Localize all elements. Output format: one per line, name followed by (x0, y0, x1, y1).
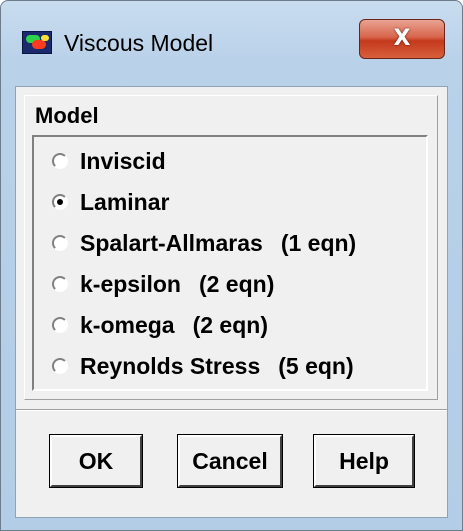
button-divider (16, 409, 447, 411)
equation-count: (5 eqn) (278, 353, 354, 379)
radio-option-k-omega[interactable]: k-omega (2 eqn) (52, 307, 268, 343)
radio-button[interactable] (52, 235, 68, 251)
radio-button[interactable] (52, 358, 68, 374)
radio-option-spalart-allmaras[interactable]: Spalart-Allmaras (1 eqn) (52, 225, 356, 261)
title-bar[interactable]: Viscous Model X (1, 1, 462, 87)
radio-option-inviscid[interactable]: Inviscid (52, 143, 166, 179)
window-title: Viscous Model (64, 30, 214, 56)
radio-label: k-epsilon (80, 271, 181, 297)
close-icon: X (393, 26, 411, 51)
radio-button[interactable] (52, 276, 68, 292)
radio-label: k-omega (80, 312, 175, 338)
dialog-body: Model Inviscid Laminar Spalart-Allmaras … (15, 86, 448, 518)
model-group-title: Model (35, 103, 99, 128)
equation-count: (1 eqn) (280, 230, 357, 256)
radio-button-checked[interactable] (52, 194, 68, 210)
radio-option-laminar[interactable]: Laminar (52, 184, 169, 220)
model-options-panel: Inviscid Laminar Spalart-Allmaras (1 eqn… (32, 135, 428, 391)
fluent-app-icon (22, 31, 52, 54)
dialog-window: Viscous Model X Model Inviscid Laminar S… (0, 0, 463, 531)
radio-button[interactable] (52, 153, 68, 169)
radio-option-reynolds-stress[interactable]: Reynolds Stress (5 eqn) (52, 348, 354, 384)
radio-option-k-epsilon[interactable]: k-epsilon (2 eqn) (52, 266, 274, 302)
radio-label: Reynolds Stress (80, 353, 261, 379)
radio-label: Inviscid (80, 148, 166, 174)
radio-button[interactable] (52, 317, 68, 333)
radio-label: Spalart-Allmaras (80, 230, 263, 256)
close-button[interactable]: X (359, 19, 445, 59)
radio-label: Laminar (80, 189, 170, 215)
ok-button[interactable]: OK (49, 434, 143, 488)
equation-count: (2 eqn) (192, 312, 268, 338)
cancel-button[interactable]: Cancel (177, 434, 283, 488)
help-button[interactable]: Help (313, 434, 415, 488)
equation-count: (2 eqn) (198, 271, 275, 297)
